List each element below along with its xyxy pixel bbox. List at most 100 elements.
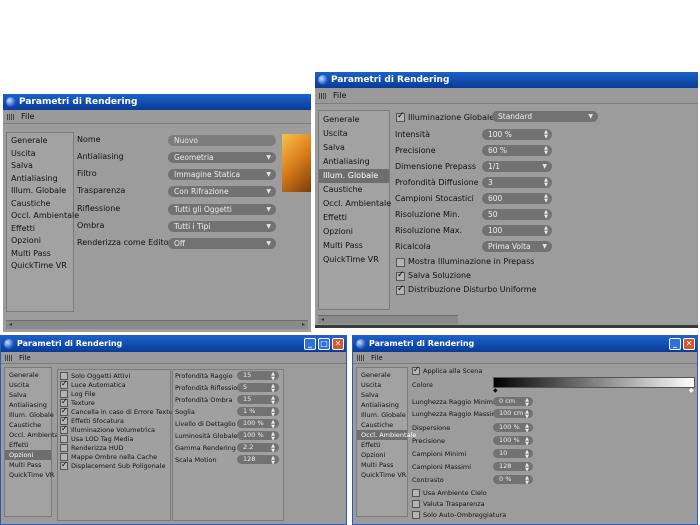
spinner-arrows-icon[interactable]: ▲ ▼	[271, 456, 275, 465]
sidebar-item[interactable]: Salva	[319, 141, 389, 155]
sidebar-item[interactable]: Multi Pass	[319, 239, 389, 253]
spinner-arrows-icon[interactable]: ▲ ▼	[525, 410, 529, 419]
evaluate-transparency-checkbox[interactable]	[412, 500, 420, 508]
spinner-arrows-icon[interactable]: ▲ ▼	[525, 463, 529, 472]
sidebar-item[interactable]: Uscita	[5, 380, 51, 390]
sidebar-item[interactable]: Uscita	[7, 148, 73, 161]
sidebar-item[interactable]: Occl. Ambientale	[5, 430, 64, 440]
global-brightness-input[interactable]: 100 % ▲ ▼	[237, 431, 279, 440]
filter-dropdown[interactable]: Immagine Statica ▼	[168, 169, 276, 180]
precision-input[interactable]: 100 % ▲ ▼	[493, 436, 533, 445]
menu-file[interactable]: File	[21, 112, 34, 121]
uniform-noise-checkbox[interactable]	[396, 284, 405, 295]
spinner-arrows-icon[interactable]: ▲ ▼	[525, 398, 529, 407]
threshold-input[interactable]: 1 % ▲ ▼	[237, 407, 279, 416]
spinner-arrows-icon[interactable]: ▲ ▼	[271, 384, 275, 393]
checkbox[interactable]	[60, 435, 68, 443]
max-resolution-input[interactable]: 100 ▲ ▼	[482, 225, 552, 236]
spinner-arrows-icon[interactable]: ▲ ▼	[271, 372, 275, 381]
spinner-arrows-icon[interactable]: ▲ ▼	[544, 226, 548, 236]
min-resolution-input[interactable]: 50 ▲ ▼	[482, 209, 552, 220]
transparency-dropdown[interactable]: Con Rifrazione ▼	[168, 186, 276, 197]
precision-input[interactable]: 60 % ▲ ▼	[482, 145, 552, 156]
sidebar-item[interactable]: Generale	[5, 370, 51, 380]
sidebar-item[interactable]: Caustiche	[319, 183, 389, 197]
sidebar-item[interactable]: Multi Pass	[7, 248, 73, 261]
motion-scale-input[interactable]: 128 ▲ ▼	[237, 455, 279, 464]
spinner-arrows-icon[interactable]: ▲ ▼	[271, 432, 275, 441]
save-solution-checkbox[interactable]	[396, 270, 405, 281]
close-button[interactable]: ✕	[683, 338, 695, 350]
sidebar-item[interactable]: QuickTime VR	[319, 253, 389, 267]
render-as-editor-dropdown[interactable]: Off ▼	[168, 238, 276, 249]
window-titlebar[interactable]: Parametri di Rendering	[3, 94, 311, 110]
min-ray-length-input[interactable]: 0 cm ▲ ▼	[493, 397, 533, 406]
sidebar-item[interactable]: Antialiasing	[319, 155, 389, 169]
sidebar-item[interactable]: Effetti	[319, 211, 389, 225]
spinner-arrows-icon[interactable]: ▲ ▼	[544, 210, 548, 220]
sidebar-item[interactable]: Antialiasing	[357, 400, 407, 410]
maximize-button[interactable]: □	[318, 338, 330, 350]
sidebar-item[interactable]: Multi Pass	[357, 460, 407, 470]
sidebar-item[interactable]: Uscita	[319, 127, 389, 141]
gi-mode-dropdown[interactable]: Standard ▼	[492, 111, 598, 122]
sidebar-item-selected[interactable]: Occl. Ambientale	[357, 430, 416, 440]
window-titlebar[interactable]: Parametri di Rendering	[315, 72, 698, 88]
sidebar-item[interactable]: Salva	[7, 160, 73, 173]
sidebar-item[interactable]: Generale	[357, 370, 407, 380]
horizontal-scrollbar[interactable]: ◂ ▸	[6, 320, 308, 329]
apply-to-scene-checkbox[interactable]	[412, 365, 420, 375]
diffuse-depth-input[interactable]: 3 ▲ ▼	[482, 177, 552, 188]
sidebar-item[interactable]: Effetti	[357, 440, 407, 450]
sidebar-item[interactable]: Generale	[319, 113, 389, 127]
menu-file[interactable]: File	[333, 91, 346, 100]
recalculate-dropdown[interactable]: Prima Volta ▼	[482, 241, 552, 252]
reflection-depth-input[interactable]: 5 ▲ ▼	[237, 383, 279, 392]
checkbox[interactable]	[60, 460, 68, 470]
level-of-detail-input[interactable]: 100 % ▲ ▼	[237, 419, 279, 428]
spinner-arrows-icon[interactable]: ▲ ▼	[271, 396, 275, 405]
sidebar-item-selected[interactable]: Opzioni	[5, 450, 51, 460]
sidebar-item[interactable]: Salva	[5, 390, 51, 400]
close-button[interactable]: ✕	[332, 338, 344, 350]
antialiasing-dropdown[interactable]: Geometria ▼	[168, 152, 276, 163]
min-samples-input[interactable]: 10 ▲ ▼	[493, 449, 533, 458]
max-ray-length-input[interactable]: 100 cm ▲ ▼	[493, 409, 533, 418]
sidebar-item[interactable]: Caustiche	[5, 420, 51, 430]
shadow-dropdown[interactable]: Tutti i Tipi ▼	[168, 221, 276, 232]
ray-depth-input[interactable]: 15 ▲ ▼	[237, 371, 279, 380]
stochastic-samples-input[interactable]: 600 ▲ ▼	[482, 193, 552, 204]
spinner-arrows-icon[interactable]: ▲ ▼	[525, 450, 529, 459]
gradient-knot-right-icon[interactable]: ◆	[689, 387, 694, 394]
sidebar-item[interactable]: Occl. Ambientale	[7, 210, 79, 223]
gradient-knot-left-icon[interactable]: ◆	[493, 387, 498, 394]
horizontal-scrollbar[interactable]: ◂	[318, 315, 458, 324]
spinner-arrows-icon[interactable]: ▲ ▼	[544, 178, 548, 188]
minimize-button[interactable]: _	[304, 338, 316, 350]
contrast-input[interactable]: 0 % ▲ ▼	[493, 475, 533, 484]
spinner-arrows-icon[interactable]: ▲ ▼	[544, 194, 548, 204]
name-input[interactable]: Nuovo	[168, 135, 276, 146]
sidebar-item[interactable]: QuickTime VR	[7, 260, 73, 273]
sidebar-item[interactable]: QuickTime VR	[5, 470, 54, 480]
sidebar-item[interactable]: Illum. Globale	[7, 185, 73, 198]
sidebar-item[interactable]: Opzioni	[7, 235, 73, 248]
sidebar-item[interactable]: Caustiche	[7, 198, 73, 211]
sidebar-item[interactable]: Occl. Ambientale	[319, 197, 391, 211]
sidebar-item[interactable]: Opzioni	[319, 225, 389, 239]
intensity-input[interactable]: 100 % ▲ ▼	[482, 129, 552, 140]
self-shadowing-only-checkbox[interactable]	[412, 511, 420, 519]
prepass-size-dropdown[interactable]: 1/1 ▼	[482, 161, 552, 172]
menu-file[interactable]: File	[19, 354, 31, 362]
spinner-arrows-icon[interactable]: ▲ ▼	[271, 444, 275, 453]
spinner-arrows-icon[interactable]: ▲ ▼	[544, 146, 548, 156]
window-titlebar[interactable]: Parametri di Rendering _ □ ✕	[1, 336, 346, 352]
use-sky-checkbox[interactable]	[412, 489, 420, 497]
gi-enable-checkbox[interactable]	[396, 111, 405, 122]
sidebar-item[interactable]: Illum. Globale	[5, 410, 54, 420]
spinner-arrows-icon[interactable]: ▲ ▼	[271, 420, 275, 429]
spinner-arrows-icon[interactable]: ▲ ▼	[525, 476, 529, 485]
checkbox[interactable]	[60, 379, 68, 389]
sidebar-item[interactable]: Multi Pass	[5, 460, 51, 470]
reflection-dropdown[interactable]: Tutti gli Oggetti ▼	[168, 204, 276, 215]
